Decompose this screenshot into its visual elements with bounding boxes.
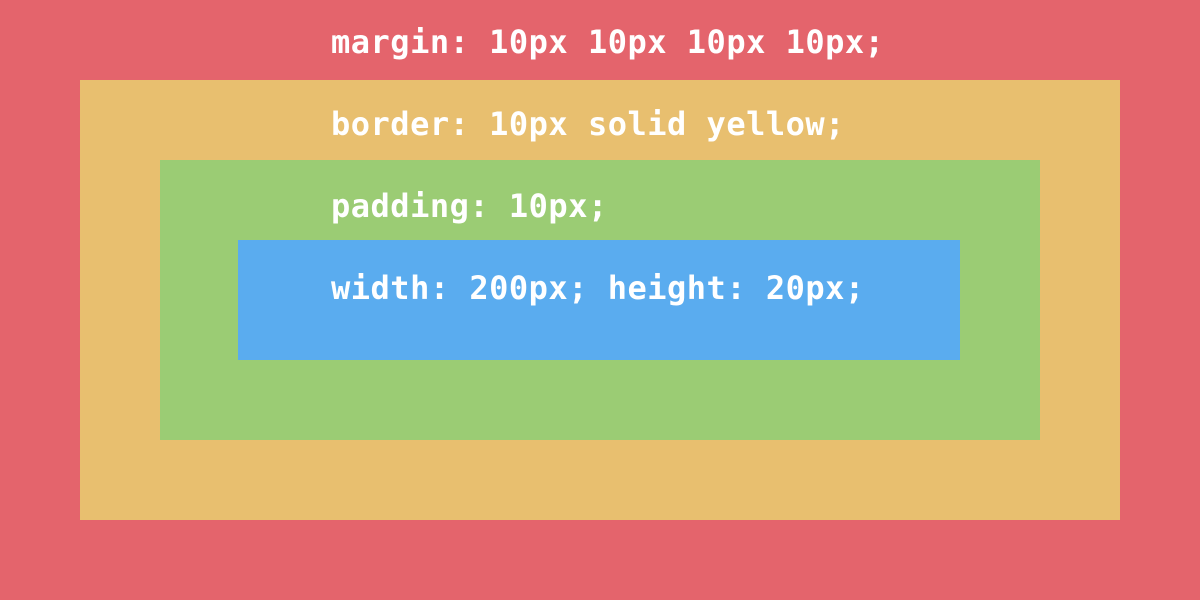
border-label: border: 10px solid yellow;: [331, 105, 845, 143]
content-label: width: 200px; height: 20px;: [331, 269, 865, 307]
padding-label: padding: 10px;: [331, 187, 608, 225]
margin-label: margin: 10px 10px 10px 10px;: [331, 23, 885, 61]
